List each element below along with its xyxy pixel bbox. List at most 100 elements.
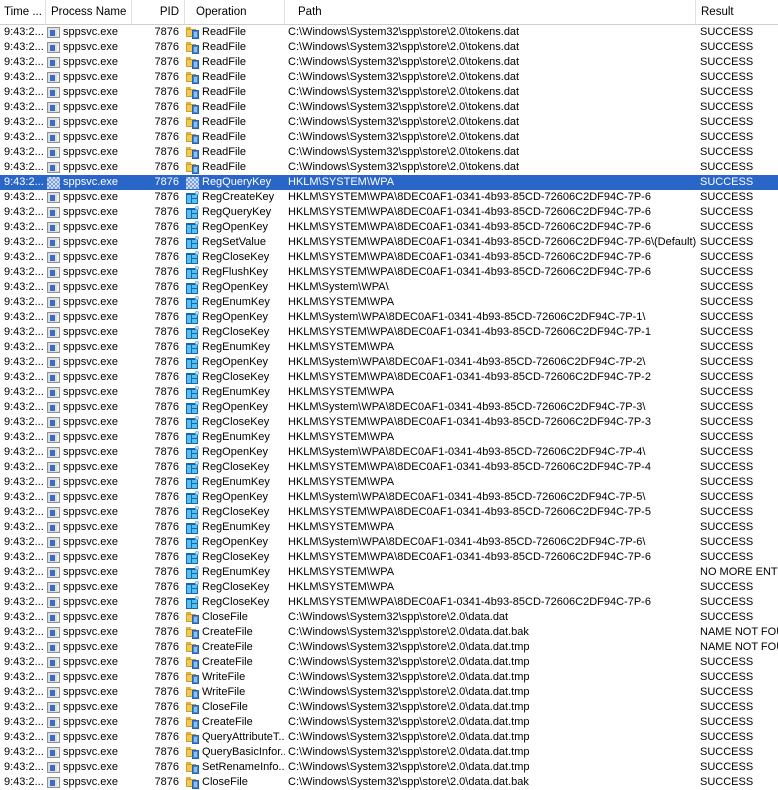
table-row[interactable]: 9:43:2...sppsvc.exe7876ReadFileC:\Window… [0,25,778,40]
column-header-path[interactable]: Path [285,0,696,24]
table-row[interactable]: 9:43:2...sppsvc.exe7876RegOpenKeyHKLM\Sy… [0,355,778,370]
operation-cell: ReadFile [185,160,285,175]
column-header-result[interactable]: Result [696,0,778,24]
pid-cell: 7876 [132,55,185,70]
table-row[interactable]: 9:43:2...sppsvc.exe7876RegCloseKeyHKLM\S… [0,460,778,475]
process-cell: sppsvc.exe [46,490,132,505]
table-row[interactable]: 9:43:2...sppsvc.exe7876CreateFileC:\Wind… [0,640,778,655]
registry-icon [186,447,199,459]
table-row[interactable]: 9:43:2...sppsvc.exe7876RegCloseKeyHKLM\S… [0,250,778,265]
registry-icon [186,507,199,519]
table-row[interactable]: 9:43:2...sppsvc.exe7876RegCloseKeyHKLM\S… [0,595,778,610]
table-row[interactable]: 9:43:2...sppsvc.exe7876RegCloseKeyHKLM\S… [0,415,778,430]
table-row[interactable]: 9:43:2...sppsvc.exe7876CreateFileC:\Wind… [0,625,778,640]
table-row[interactable]: 9:43:2...sppsvc.exe7876RegCloseKeyHKLM\S… [0,580,778,595]
table-row[interactable]: 9:43:2...sppsvc.exe7876RegSetValueHKLM\S… [0,235,778,250]
folder-file-icon [186,762,199,774]
table-row[interactable]: 9:43:2...sppsvc.exe7876RegCloseKeyHKLM\S… [0,370,778,385]
column-header-operation[interactable]: Operation [185,0,285,24]
operation-cell: WriteFile [185,670,285,685]
table-row[interactable]: 9:43:2...sppsvc.exe7876RegOpenKeyHKLM\Sy… [0,310,778,325]
table-row[interactable]: 9:43:2...sppsvc.exe7876ReadFileC:\Window… [0,115,778,130]
process-cell: sppsvc.exe [46,730,132,745]
operation-cell: RegEnumKey [185,430,285,445]
process-name: sppsvc.exe [63,130,118,145]
table-row[interactable]: 9:43:2...sppsvc.exe7876QueryAttributeT..… [0,730,778,745]
table-row[interactable]: 9:43:2...sppsvc.exe7876RegEnumKeyHKLM\SY… [0,295,778,310]
table-row[interactable]: 9:43:2...sppsvc.exe7876RegQueryKeyHKLM\S… [0,205,778,220]
pid-cell: 7876 [132,595,185,610]
time-cell: 9:43:2... [0,595,46,610]
time-cell: 9:43:2... [0,175,46,190]
process-cell: sppsvc.exe [46,640,132,655]
time-cell: 9:43:2... [0,685,46,700]
table-row[interactable]: 9:43:2...sppsvc.exe7876WriteFileC:\Windo… [0,670,778,685]
table-row[interactable]: 9:43:2...sppsvc.exe7876RegEnumKeyHKLM\SY… [0,565,778,580]
table-row[interactable]: 9:43:2...sppsvc.exe7876CreateFileC:\Wind… [0,655,778,670]
operation-name: RegQueryKey [202,175,271,190]
table-row[interactable]: 9:43:2...sppsvc.exe7876ReadFileC:\Window… [0,40,778,55]
registry-icon [186,597,199,609]
path-cell: HKLM\SYSTEM\WPA [285,175,696,190]
table-row[interactable]: 9:43:2...sppsvc.exe7876CreateFileC:\Wind… [0,715,778,730]
table-row[interactable]: 9:43:2...sppsvc.exe7876ReadFileC:\Window… [0,100,778,115]
table-row[interactable]: 9:43:2...sppsvc.exe7876RegFlushKeyHKLM\S… [0,265,778,280]
pid-cell: 7876 [132,220,185,235]
operation-cell: QueryAttributeT... [185,730,285,745]
table-row[interactable]: 9:43:2...sppsvc.exe7876QueryBasicInfor..… [0,745,778,760]
process-name: sppsvc.exe [63,40,118,55]
table-row[interactable]: 9:43:2...sppsvc.exe7876RegOpenKeyHKLM\Sy… [0,535,778,550]
process-name: sppsvc.exe [63,400,118,415]
time-cell: 9:43:2... [0,325,46,340]
table-row[interactable]: 9:43:2...sppsvc.exe7876RegOpenKeyHKLM\Sy… [0,445,778,460]
table-row[interactable]: 9:43:2...sppsvc.exe7876SetRenameInfo...C… [0,760,778,775]
table-row[interactable]: 9:43:2...sppsvc.exe7876ReadFileC:\Window… [0,70,778,85]
time-cell: 9:43:2... [0,580,46,595]
table-row[interactable]: 9:43:2...sppsvc.exe7876RegEnumKeyHKLM\SY… [0,520,778,535]
path-cell: HKLM\System\WPA\8DEC0AF1-0341-4b93-85CD-… [285,490,696,505]
folder-file-icon [186,732,199,744]
column-header-process[interactable]: Process Name [46,0,132,24]
table-row[interactable]: 9:43:2...sppsvc.exe7876RegOpenKeyHKLM\Sy… [0,280,778,295]
table-row[interactable]: 9:43:2...sppsvc.exe7876CloseFileC:\Windo… [0,700,778,715]
operation-name: WriteFile [202,670,245,685]
path-cell: C:\Windows\System32\spp\store\2.0\tokens… [285,100,696,115]
registry-icon [186,267,199,279]
column-header-time[interactable]: Time ... [0,0,46,24]
app-window-icon [47,477,60,489]
time-cell: 9:43:2... [0,265,46,280]
table-row[interactable]: 9:43:2...sppsvc.exe7876ReadFileC:\Window… [0,160,778,175]
table-row[interactable]: 9:43:2...sppsvc.exe7876ReadFileC:\Window… [0,130,778,145]
table-row[interactable]: 9:43:2...sppsvc.exe7876ReadFileC:\Window… [0,55,778,70]
table-row[interactable]: 9:43:2...sppsvc.exe7876WriteFileC:\Windo… [0,685,778,700]
table-row[interactable]: 9:43:2...sppsvc.exe7876RegCloseKeyHKLM\S… [0,325,778,340]
table-row[interactable]: 9:43:2...sppsvc.exe7876ReadFileC:\Window… [0,145,778,160]
time-cell: 9:43:2... [0,250,46,265]
table-row[interactable]: 9:43:2...sppsvc.exe7876RegEnumKeyHKLM\SY… [0,475,778,490]
table-row[interactable]: 9:43:2...sppsvc.exe7876RegEnumKeyHKLM\SY… [0,340,778,355]
process-cell: sppsvc.exe [46,550,132,565]
registry-icon [186,582,199,594]
process-cell: sppsvc.exe [46,505,132,520]
table-row[interactable]: 9:43:2...sppsvc.exe7876RegCreateKeyHKLM\… [0,190,778,205]
pid-cell: 7876 [132,85,185,100]
table-row[interactable]: 9:43:2...sppsvc.exe7876RegOpenKeyHKLM\Sy… [0,490,778,505]
path-cell: HKLM\System\WPA\8DEC0AF1-0341-4b93-85CD-… [285,445,696,460]
time-cell: 9:43:2... [0,340,46,355]
table-row[interactable]: 9:43:2...sppsvc.exe7876RegCloseKeyHKLM\S… [0,550,778,565]
operation-cell: CloseFile [185,700,285,715]
table-row[interactable]: 9:43:2...sppsvc.exe7876RegOpenKeyHKLM\SY… [0,220,778,235]
app-window-icon [47,72,60,84]
operation-cell: RegCloseKey [185,370,285,385]
table-row[interactable]: 9:43:2...sppsvc.exe7876CloseFileC:\Windo… [0,610,778,625]
table-row[interactable]: 9:43:2...sppsvc.exe7876RegQueryKeyHKLM\S… [0,175,778,190]
folder-file-icon [186,27,199,39]
table-row[interactable]: 9:43:2...sppsvc.exe7876RegEnumKeyHKLM\SY… [0,385,778,400]
table-row[interactable]: 9:43:2...sppsvc.exe7876RegEnumKeyHKLM\SY… [0,430,778,445]
table-row[interactable]: 9:43:2...sppsvc.exe7876RegOpenKeyHKLM\Sy… [0,400,778,415]
operation-name: RegCloseKey [202,595,269,610]
folder-file-icon [186,612,199,624]
table-row[interactable]: 9:43:2...sppsvc.exe7876ReadFileC:\Window… [0,85,778,100]
column-header-pid[interactable]: PID [132,0,185,24]
table-row[interactable]: 9:43:2...sppsvc.exe7876RegCloseKeyHKLM\S… [0,505,778,520]
